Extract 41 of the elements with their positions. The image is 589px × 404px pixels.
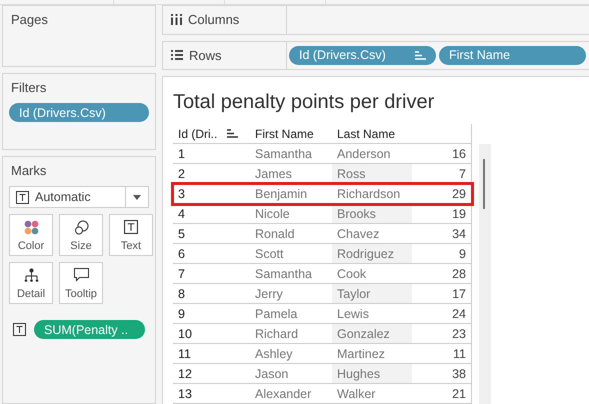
rows-icon	[171, 50, 183, 60]
text-mark-icon	[13, 323, 26, 336]
text-mark-icon	[124, 220, 138, 234]
table-cell: 34	[412, 224, 472, 244]
size-circles-icon	[74, 220, 88, 235]
view-title: Total penalty points per driver	[173, 91, 436, 114]
table-cell: Taylor	[332, 284, 412, 304]
color-dots-icon	[24, 220, 38, 235]
table-cell: 17	[412, 284, 472, 304]
color-mark-card[interactable]: Color	[9, 214, 53, 256]
filters-title: Filters	[11, 80, 48, 95]
table-cell: 28	[412, 264, 472, 284]
speech-bubble-icon	[74, 268, 88, 282]
shelf-label: Columns	[188, 12, 240, 28]
text-mark-card[interactable]: Text	[109, 214, 153, 256]
hierarchy-icon	[24, 268, 38, 283]
scrollbar[interactable]	[479, 144, 491, 404]
table-cell: Rodriguez	[332, 244, 412, 264]
columns-icon	[171, 14, 182, 26]
table-cell: 9	[412, 244, 472, 264]
marks-title: Marks	[11, 163, 48, 178]
table-cell: 24	[412, 304, 472, 324]
table-cell: 38	[412, 364, 472, 384]
table-cell: Brooks	[332, 204, 412, 224]
shelf-label: Rows	[189, 48, 222, 63]
table-cell: Hughes	[332, 364, 412, 384]
mark-type-label: Automatic	[35, 190, 91, 204]
caret-icon	[133, 194, 141, 200]
size-mark-card[interactable]: Size	[59, 214, 103, 256]
detail-mark-card[interactable]: Detail	[9, 262, 53, 304]
table-cell: 21	[412, 384, 472, 404]
table-cell: 19	[412, 204, 472, 224]
table-cell: 23	[412, 324, 472, 344]
table-cell: 16	[412, 144, 472, 164]
pages-title: Pages	[11, 12, 49, 27]
mark-type-dropdown[interactable]: Automatic	[9, 186, 149, 208]
text-mark-icon	[16, 190, 29, 204]
table-cell: Gonzalez	[332, 324, 412, 344]
table-cell: 11	[412, 344, 472, 364]
table-cell: Ross	[332, 164, 412, 184]
tooltip-mark-card[interactable]: Tooltip	[59, 262, 103, 304]
